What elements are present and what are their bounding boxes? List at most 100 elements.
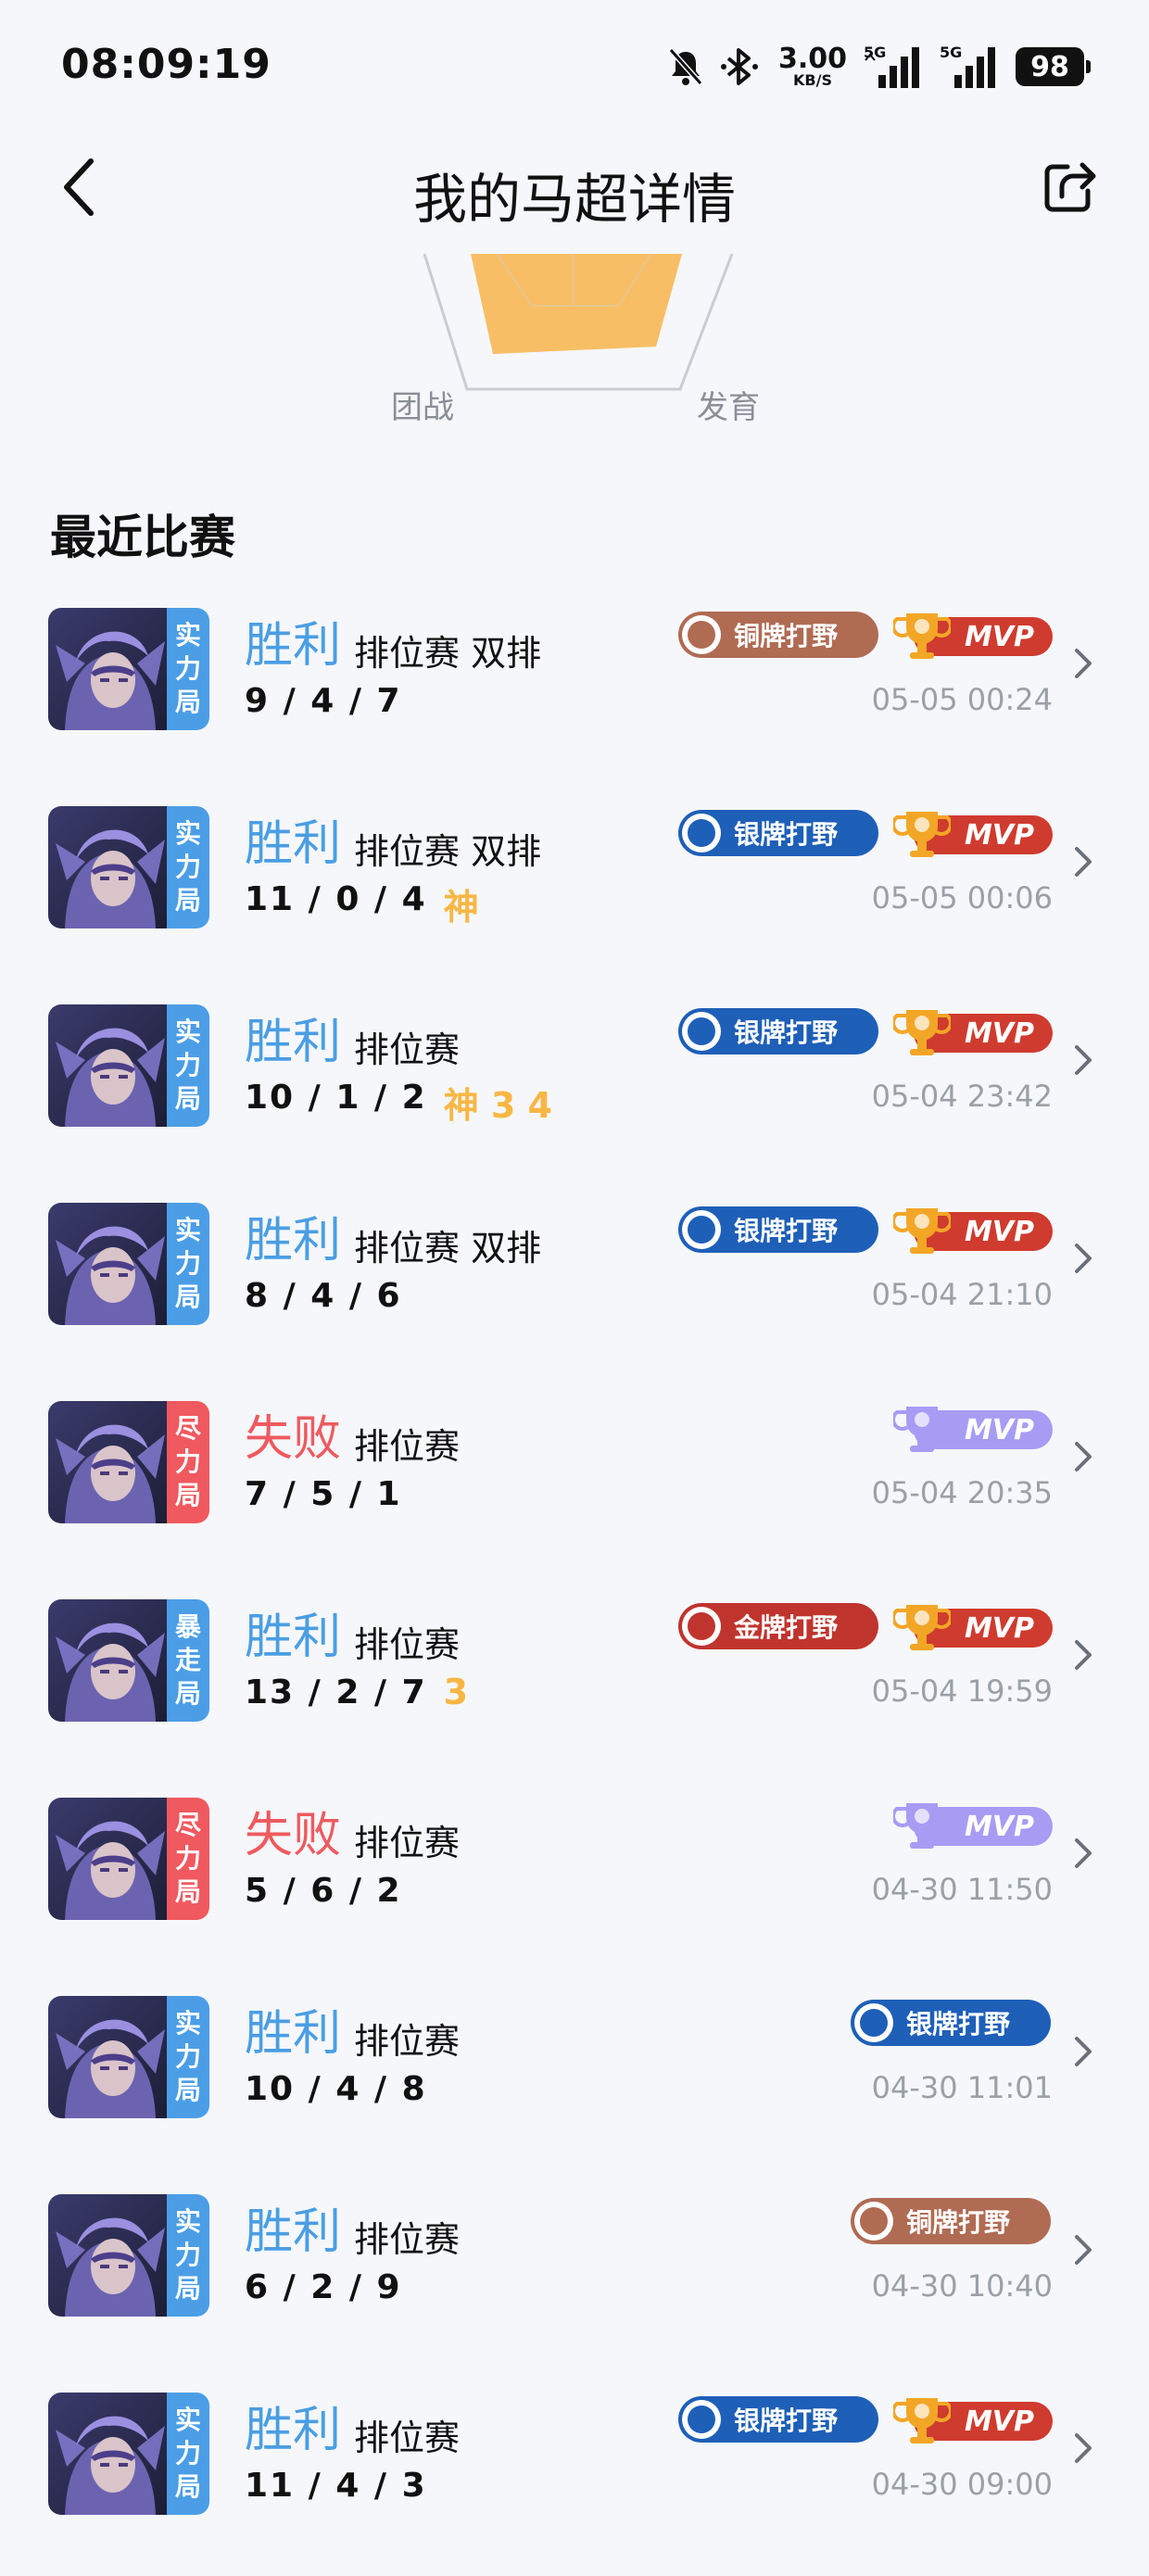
match-time: 05-05 00:06	[871, 880, 1053, 915]
tier-tag-char: 实	[174, 2206, 201, 2237]
multikill-badge: 神	[443, 887, 479, 928]
tier-tag-char: 力	[174, 1446, 201, 1477]
hero-avatar	[48, 1798, 172, 1920]
hero-portrait-icon	[48, 608, 172, 730]
tier-tag-char: 局	[174, 1083, 201, 1114]
match-result: 失败	[245, 1411, 342, 1467]
chevron-right-icon	[1075, 2433, 1092, 2463]
match-result: 胜利	[245, 2006, 342, 2062]
tier-tag-char: 力	[174, 2240, 201, 2270]
tier-tag-char: 力	[174, 653, 201, 684]
network-speed-value: 3.00	[777, 43, 847, 75]
jungle-rank-label: 银牌打野	[906, 2009, 1011, 2039]
match-row[interactable]: 实 力 局 胜利 排位赛 6 / 2 / 9 铜牌打野 04-30 10:40	[0, 2179, 1149, 2378]
match-time: 05-04 21:10	[871, 1277, 1053, 1312]
match-kda: 10 / 4 / 8	[245, 2070, 427, 2108]
tier-tag: 实 力 局	[167, 1004, 209, 1127]
status-time: 08:09:19	[61, 41, 271, 88]
match-row[interactable]: 实 力 局 胜利 排位赛 双排 11 / 0 / 4 神 银牌打野 MVP 05…	[0, 791, 1149, 990]
chevron-right-icon	[1075, 2037, 1092, 2066]
chevron-right-icon	[1075, 1045, 1092, 1075]
signal-1: 5G	[864, 44, 923, 90]
match-mode: 排位赛	[354, 1029, 461, 1070]
mvp-badge: MVP	[893, 610, 1053, 662]
tier-tag-char: 走	[174, 1645, 201, 1675]
match-row[interactable]: 实 力 局 胜利 排位赛 10 / 4 / 8 银牌打野 04-30 11:01	[0, 1981, 1149, 2179]
tier-tag-char: 局	[174, 1480, 201, 1510]
mvp-badge: MVP	[893, 2394, 1053, 2446]
chevron-right-icon	[1075, 1244, 1092, 1273]
hero-avatar	[48, 1401, 172, 1523]
tier-tag: 实 力 局	[167, 2393, 209, 2515]
match-mode: 排位赛	[354, 2021, 461, 2062]
hero-avatar	[48, 1599, 172, 1722]
match-row[interactable]: 实 力 局 胜利 排位赛 11 / 4 / 3 银牌打野 MVP 04-30 0…	[0, 2378, 1149, 2576]
mvp-badge: MVP	[893, 1006, 1053, 1058]
hero-portrait-icon	[48, 1401, 172, 1523]
match-mode: 排位赛	[354, 2418, 461, 2458]
match-kda: 9 / 4 / 7	[245, 682, 402, 720]
tier-tag-char: 局	[174, 2273, 201, 2304]
hero-avatar	[48, 1203, 172, 1325]
match-time: 05-04 20:35	[871, 1475, 1053, 1510]
match-row[interactable]: 实 力 局 胜利 排位赛 双排 9 / 4 / 7 铜牌打野 MVP 05-05…	[0, 593, 1149, 791]
jungle-rank-label: 银牌打野	[734, 819, 839, 850]
match-mode: 排位赛	[354, 2219, 461, 2260]
tier-tag-char: 力	[174, 1248, 201, 1279]
chevron-right-icon	[1075, 1640, 1092, 1670]
match-result: 胜利	[245, 618, 342, 674]
match-kda: 10 / 1 / 2	[245, 1079, 427, 1117]
match-row[interactable]: 尽 力 局 失败 排位赛 7 / 5 / 1 MVP 05-04 20:35	[0, 1386, 1149, 1585]
tier-tag: 实 力 局	[167, 806, 209, 928]
tier-tag: 实 力 局	[167, 2194, 209, 2317]
hero-portrait-icon	[48, 1996, 172, 2118]
match-kda: 5 / 6 / 2	[245, 1872, 402, 1910]
tier-tag-char: 实	[174, 2405, 201, 2435]
match-result: 失败	[245, 1808, 342, 1863]
jungle-rank-badge: 铜牌打野	[678, 612, 878, 658]
tier-tag-char: 尽	[174, 1810, 201, 1840]
match-row[interactable]: 实 力 局 胜利 排位赛 10 / 1 / 2 神 3 4 银牌打野 MVP 0…	[0, 990, 1149, 1188]
jungle-rank-label: 铜牌打野	[906, 2207, 1011, 2238]
match-row[interactable]: 尽 力 局 失败 排位赛 5 / 6 / 2 MVP 04-30 11:50	[0, 1783, 1149, 1981]
match-time: 04-30 11:01	[871, 2070, 1053, 2105]
multikill-badge: 3	[443, 1672, 469, 1712]
status-icons: 3.00 KB/S 5G 5G 98	[667, 41, 1091, 93]
jungle-rank-badge: 金牌打野	[678, 1603, 878, 1649]
tier-tag: 实 力 局	[167, 608, 209, 730]
tier-tag-char: 实	[174, 1215, 201, 1245]
jungle-rank-label: 银牌打野	[734, 1216, 839, 1246]
mvp-badge: MVP	[893, 1403, 1053, 1455]
match-result: 胜利	[245, 1610, 342, 1665]
tier-tag-char: 局	[174, 1876, 201, 1907]
hero-avatar	[48, 608, 172, 730]
match-result: 胜利	[245, 2204, 342, 2260]
page-title: 我的马超详情	[412, 168, 736, 231]
hero-portrait-icon	[48, 1599, 172, 1722]
jungle-emblem-icon	[682, 1607, 721, 1646]
hero-portrait-icon	[48, 1798, 172, 1920]
jungle-emblem-icon	[682, 1012, 721, 1051]
trophy-icon	[893, 1803, 951, 1849]
match-time: 04-30 09:00	[871, 2467, 1053, 2502]
jungle-emblem-icon	[854, 2003, 893, 2042]
match-row[interactable]: 实 力 局 胜利 排位赛 双排 8 / 4 / 6 银牌打野 MVP 05-04…	[0, 1188, 1149, 1386]
jungle-emblem-icon	[682, 1210, 721, 1249]
hero-portrait-icon	[48, 1004, 172, 1127]
radar-label-development: 发育	[697, 389, 760, 426]
tier-tag-char: 局	[174, 2471, 201, 2502]
share-button[interactable]	[1040, 156, 1101, 217]
match-kda: 8 / 4 / 6	[245, 1277, 402, 1315]
match-result: 胜利	[245, 2403, 342, 2458]
tier-tag-char: 实	[174, 818, 201, 849]
tier-tag-char: 局	[174, 687, 201, 717]
tier-tag: 暴 走 局	[167, 1599, 209, 1722]
tier-tag-char: 实	[174, 2008, 201, 2039]
tier-tag-char: 实	[174, 620, 201, 650]
jungle-rank-label: 银牌打野	[734, 2406, 839, 2436]
mvp-badge: MVP	[893, 1205, 1053, 1256]
match-row[interactable]: 暴 走 局 胜利 排位赛 13 / 2 / 7 3 金牌打野 MVP 05-04…	[0, 1585, 1149, 1783]
hero-avatar	[48, 1996, 172, 2118]
tier-tag: 尽 力 局	[167, 1401, 209, 1523]
chevron-right-icon	[1075, 847, 1092, 877]
